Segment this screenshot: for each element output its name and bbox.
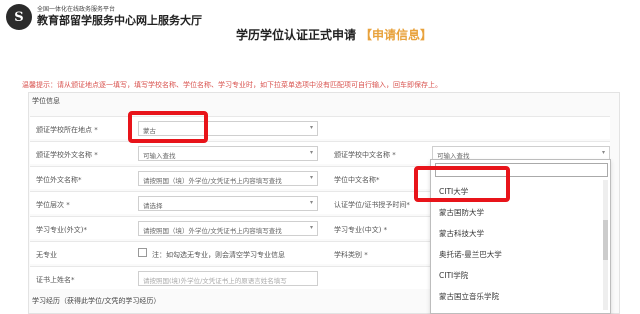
major-foreign-value: 请按照国（境）外学位/文凭证书上内容填写查找: [143, 227, 282, 235]
foreign-name-select[interactable]: 可输入查找 ▾: [138, 146, 318, 161]
logo-glyph: S: [14, 9, 24, 25]
site-logo: S 全国一体化在线政务服务平台 教育部留学服务中心网上服务大厅: [6, 4, 202, 30]
section-degree-info: 学位信息: [32, 97, 60, 105]
location-label: 颁证学校所在地点 *: [36, 126, 98, 134]
tip-text: 温馨提示：请从颁证地点逐一填写，填写学校名称、学位名称、学习专业时，如下拉菜单选…: [22, 81, 442, 89]
degree-foreign-label: 学位外文名称*: [36, 176, 82, 184]
dropdown-option[interactable]: 蒙古科技大学: [439, 228, 484, 239]
degree-level-value: 请选择: [143, 202, 163, 210]
chevron-down-icon: ▾: [309, 199, 313, 206]
foreign-name-value: 可输入查找: [143, 152, 176, 160]
no-major-checkbox[interactable]: [138, 248, 147, 257]
cert-name-placeholder: 请按照国(境)外学位/文凭证书上的原语言姓名填写: [143, 277, 287, 285]
foreign-name-label: 颁证学校外文名称 *: [36, 151, 98, 159]
section-study-history: 学习经历（获得此学位/文凭的学习经历）: [32, 297, 161, 305]
page-title-text: 学历学位认证正式申请: [236, 28, 357, 42]
dropdown-option[interactable]: 奥托诺-曼兰巴大学: [439, 249, 502, 260]
form-row-location: 颁证学校所在地点 * 蒙古 ▾: [30, 116, 610, 139]
dropdown-option[interactable]: 蒙古国立音乐学院: [439, 291, 499, 302]
cert-name-label: 证书上姓名*: [36, 276, 75, 284]
page-title: 学历学位认证正式申请 【申请信息】: [236, 26, 432, 43]
degree-foreign-value: 请按照国（境）外学位/文凭证书上内容填写查找: [143, 177, 282, 185]
page-title-tag: 【申请信息】: [360, 28, 433, 42]
no-major-label: 无专业: [36, 251, 57, 259]
major-cn-label: 学习专业(中文) *: [334, 226, 388, 234]
logo-icon: S: [6, 4, 32, 30]
logo-subtitle: 全国一体化在线政务服务平台: [37, 6, 116, 13]
cert-name-input[interactable]: 请按照国(境)外学位/文凭证书上的原语言姓名填写: [138, 271, 318, 286]
no-major-note: 注：如勾选无专业，则会清空学习专业信息: [152, 251, 285, 259]
cn-name-label: 颁证学校中文名称 *: [334, 151, 396, 159]
dropdown-scroll-thumb[interactable]: [603, 220, 608, 260]
chevron-down-icon: ▾: [309, 174, 313, 181]
logo-title: 教育部留学服务中心网上服务大厅: [37, 14, 202, 27]
degree-level-label: 学位层次 *: [36, 201, 70, 209]
highlight-location: [128, 111, 208, 143]
cert-date-label: 认证学位/证书授予时间*: [334, 201, 410, 209]
chevron-down-icon: ▾: [601, 149, 605, 156]
highlight-option-citi: [414, 166, 510, 202]
degree-cn-label: 学位中文名称*: [334, 176, 380, 184]
dropdown-option[interactable]: CITI学院: [439, 270, 468, 281]
major-foreign-select[interactable]: 请按照国（境）外学位/文凭证书上内容填写查找 ▾: [138, 221, 318, 236]
discipline-label: 学科类别 *: [334, 251, 368, 259]
degree-foreign-select[interactable]: 请按照国（境）外学位/文凭证书上内容填写查找 ▾: [138, 171, 318, 186]
dropdown-option[interactable]: 蒙古国防大学: [439, 207, 484, 218]
chevron-down-icon: ▾: [309, 124, 313, 131]
major-foreign-label: 学习专业(外文)*: [36, 226, 87, 234]
chevron-down-icon: ▾: [309, 224, 313, 231]
chevron-down-icon: ▾: [309, 149, 313, 156]
degree-level-select[interactable]: 请选择 ▾: [138, 196, 318, 211]
